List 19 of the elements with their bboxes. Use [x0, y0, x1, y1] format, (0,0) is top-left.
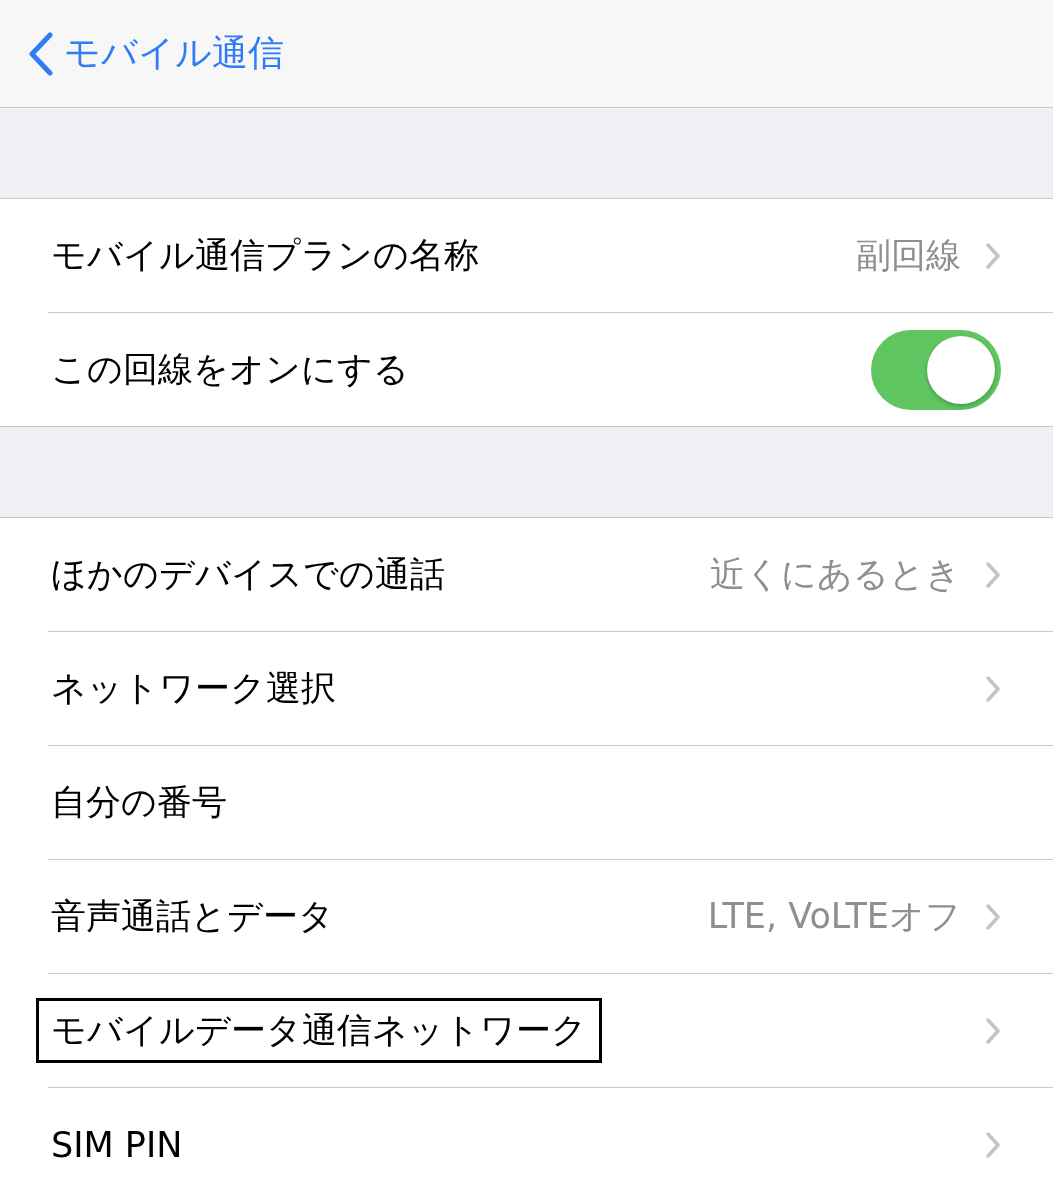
row-label[interactable]: ほかのデバイスでの通話 [36, 542, 460, 607]
row-label[interactable]: モバイルデータ通信ネットワーク [36, 998, 602, 1063]
row-label[interactable]: SIM PIN [36, 1115, 198, 1174]
back-chevron-icon [28, 31, 54, 76]
chevron-icon [985, 674, 1001, 703]
row-label[interactable]: ネットワーク選択 [36, 656, 351, 721]
row-value: 副回線 [856, 234, 961, 277]
chevron-icon [985, 902, 1001, 931]
row-label[interactable]: この回線をオンにする [36, 337, 424, 402]
row-label: 自分の番号 [50, 781, 228, 824]
row-value: LTE, VoLTEオフ [707, 895, 961, 938]
chevron-icon [985, 560, 1001, 589]
row-label[interactable]: モバイル通信プランの名称 [36, 223, 494, 288]
row-label[interactable]: 音声通話とデータ [36, 884, 349, 949]
back-button[interactable]: モバイル通信 [28, 29, 284, 78]
chevron-icon [985, 1016, 1001, 1045]
chevron-icon [985, 241, 1001, 270]
row-value: 近くにあるとき [710, 553, 961, 596]
chevron-icon [985, 1130, 1001, 1159]
